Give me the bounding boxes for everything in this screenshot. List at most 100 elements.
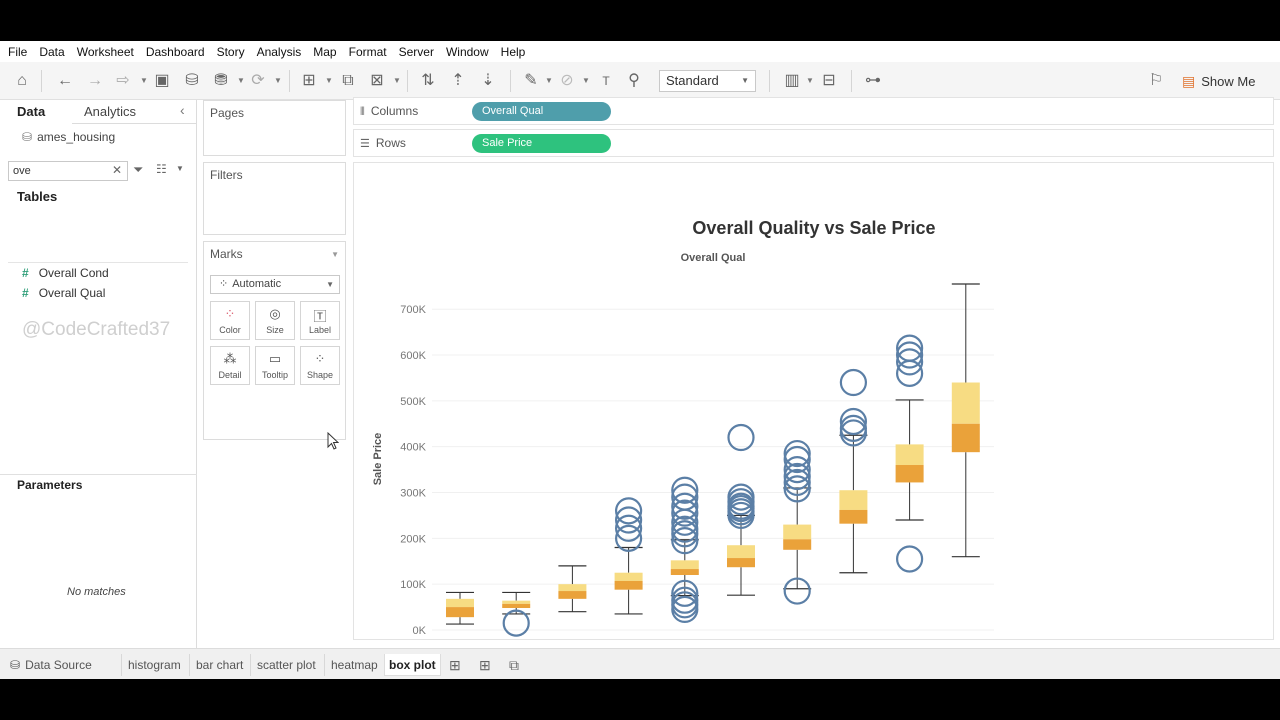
tab-scatter-plot[interactable]: scatter plot [253, 654, 320, 676]
marks-color-button[interactable]: ⁘ Color [210, 301, 250, 340]
show-cards-icon[interactable]: ▥ [781, 70, 803, 92]
presentation-icon[interactable]: ⊟ [818, 70, 840, 92]
chevron-left-icon[interactable]: ‹ [180, 102, 185, 118]
columns-shelf-label: ⦀ Columns [360, 104, 418, 119]
box-lower-quartile [502, 603, 531, 609]
filters-card[interactable]: Filters [203, 162, 346, 235]
y-tick-label: 200K [400, 533, 426, 545]
number-field-icon: # [22, 286, 29, 300]
marks-detail-button[interactable]: ⁂ Detail [210, 346, 250, 385]
box-lower-quartile [558, 591, 587, 599]
list-view-icon[interactable]: ☷ [156, 162, 167, 176]
refresh-icon[interactable]: ⟳ [247, 70, 269, 92]
new-story-icon[interactable]: ⧉ [509, 657, 519, 674]
show-me-button[interactable]: ▤ Show Me [1182, 70, 1255, 92]
redo-icon[interactable]: → [84, 70, 106, 92]
columns-label-text: Columns [370, 104, 419, 118]
menu-file[interactable]: File [8, 45, 27, 59]
replay-icon[interactable]: ⇨ [112, 70, 134, 92]
color-palette-icon: ⁘ [224, 306, 236, 321]
filter-icon[interactable]: ⏷ [133, 162, 143, 178]
sort-ascending-icon[interactable]: ⇡ [447, 70, 469, 92]
menu-map[interactable]: Map [313, 45, 336, 59]
fit-select-value: Standard [666, 73, 719, 88]
close-icon[interactable]: ✕ [112, 163, 122, 177]
datasource-item[interactable]: ⛁ ames_housing [22, 130, 115, 144]
field-label: Overall Qual [38, 286, 106, 300]
menu-worksheet[interactable]: Worksheet [77, 45, 134, 59]
share-icon[interactable]: ⊶ [862, 70, 884, 92]
box-lower-quartile [727, 558, 755, 568]
pause-updates-icon[interactable]: ⛃ [210, 70, 232, 92]
save-icon[interactable]: ▣ [151, 70, 173, 92]
chevron-down-icon[interactable]: ▼ [393, 70, 401, 92]
undo-icon[interactable]: ← [54, 70, 76, 92]
chevron-down-icon[interactable]: ▼ [140, 70, 148, 92]
new-worksheet-icon[interactable]: ⊞ [449, 657, 461, 674]
fix-axes-icon[interactable]: ⚲ [623, 70, 645, 92]
chevron-down-icon[interactable]: ▼ [325, 70, 333, 92]
labels-icon[interactable]: T [595, 70, 617, 92]
chevron-down-icon[interactable]: ▼ [237, 70, 245, 92]
viz-area: Overall Quality vs Sale Price Overall Qua… [353, 162, 1274, 640]
tab-box-plot[interactable]: box plot [384, 654, 441, 676]
marks-button-label: Size [266, 325, 284, 335]
columns-pill[interactable]: Overall Qual [472, 102, 611, 121]
new-datasource-icon[interactable]: ⛁ [181, 70, 203, 92]
chevron-down-icon[interactable]: ▼ [806, 70, 814, 92]
mark-type-select[interactable]: ⁘ Automatic ▼ [210, 275, 340, 294]
highlight-icon[interactable]: ✎ [520, 70, 542, 92]
menu-format[interactable]: Format [349, 45, 387, 59]
menu-help[interactable]: Help [501, 45, 526, 59]
marks-shape-button[interactable]: ⁘ Shape [300, 346, 340, 385]
chevron-down-icon[interactable]: ▼ [274, 70, 282, 92]
marks-size-button[interactable]: ◎ Size [255, 301, 295, 340]
tab-divider [250, 654, 251, 676]
chevron-down-icon[interactable]: ▼ [582, 70, 590, 92]
menu-dashboard[interactable]: Dashboard [146, 45, 205, 59]
field-overall-qual[interactable]: # Overall Qual [22, 286, 105, 300]
marks-label-button[interactable]: 🅃 Label [300, 301, 340, 340]
box-lower-quartile [839, 509, 868, 524]
rows-shelf[interactable]: ☰ Rows Sale Price [353, 129, 1274, 157]
columns-shelf[interactable]: ⦀ Columns Overall Qual [353, 97, 1274, 125]
y-tick-label: 500K [400, 396, 426, 408]
box-plot-chart[interactable]: Overall Quality vs Sale Price Overall Qua… [354, 163, 1273, 639]
new-dashboard-icon[interactable]: ⊞ [479, 657, 491, 674]
duplicate-icon[interactable]: ⧉ [337, 70, 359, 92]
menu-data[interactable]: Data [39, 45, 64, 59]
menu-story[interactable]: Story [217, 45, 245, 59]
tab-histogram[interactable]: histogram [124, 654, 185, 676]
tab-bar-chart[interactable]: bar chart [192, 654, 247, 676]
pages-card[interactable]: Pages [203, 100, 346, 156]
toolbar-separator [851, 70, 852, 92]
tab-heatmap[interactable]: heatmap [327, 654, 382, 676]
rows-pill[interactable]: Sale Price [472, 134, 611, 153]
field-overall-cond[interactable]: # Overall Cond [22, 266, 109, 280]
menu-window[interactable]: Window [446, 45, 489, 59]
mark-type-icon: ⁘ [219, 278, 229, 290]
columns-icon: ⦀ [360, 106, 365, 118]
sort-descending-icon[interactable]: ⇣ [477, 70, 499, 92]
chevron-down-icon[interactable]: ▼ [545, 70, 553, 92]
new-worksheet-icon[interactable]: ⊞ [298, 70, 320, 92]
marks-tooltip-button[interactable]: ▭ Tooltip [255, 346, 295, 385]
menu-server[interactable]: Server [399, 45, 434, 59]
tab-data-source[interactable]: ⛁ Data Source [6, 654, 96, 676]
tooltip-pin-icon[interactable]: ⚐ [1145, 70, 1167, 92]
field-search-input[interactable] [9, 162, 109, 180]
group-icon[interactable]: ⊘ [556, 70, 578, 92]
chevron-down-icon[interactable]: ▼ [331, 250, 339, 259]
menu-analysis[interactable]: Analysis [257, 45, 302, 59]
data-pane: Data Analytics ‹ ⛁ ames_housing ✕ ⏷ ☷ ▼ T… [0, 100, 197, 648]
clear-sheet-icon[interactable]: ⊠ [366, 70, 388, 92]
swap-icon[interactable]: ⇅ [417, 70, 439, 92]
tab-data[interactable]: Data [17, 104, 45, 119]
home-icon[interactable]: ⌂ [11, 70, 33, 92]
tooltip-icon: ▭ [268, 351, 282, 366]
box-upper-quartile [727, 545, 755, 559]
fit-select[interactable]: Standard ▼ [659, 70, 756, 92]
marks-button-label: Tooltip [261, 370, 288, 380]
chevron-down-icon[interactable]: ▼ [176, 164, 184, 173]
tab-analytics[interactable]: Analytics [84, 104, 136, 119]
